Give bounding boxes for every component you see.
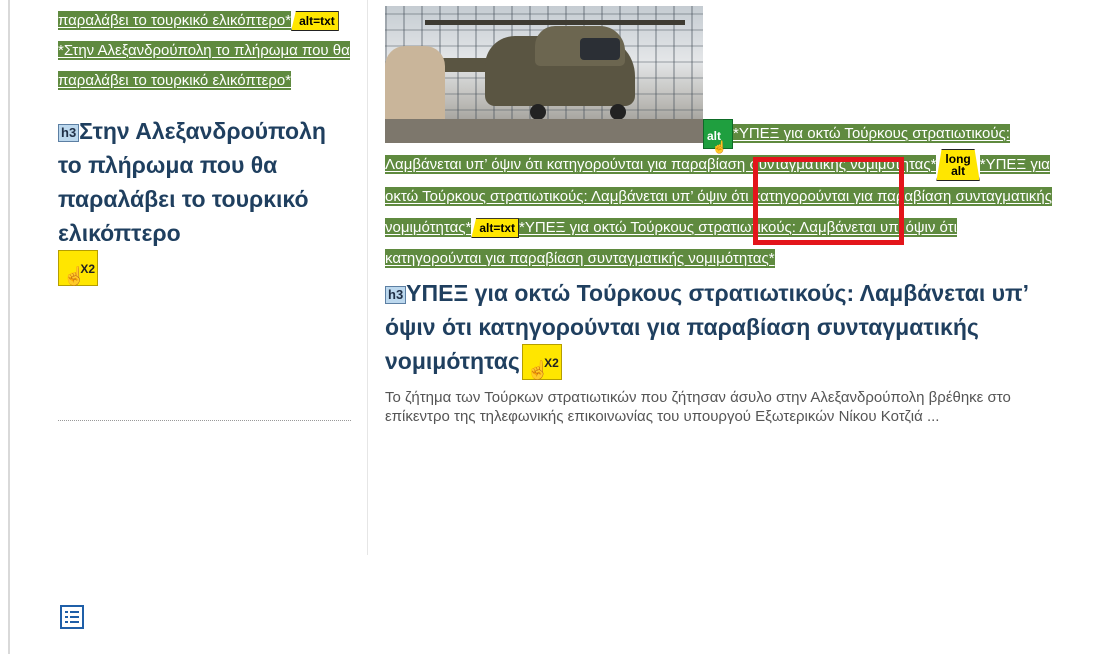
highlighted-alt-text[interactable]: παραλάβει το τουρκικό ελικόπτερο* [58,11,292,30]
x2-badge[interactable]: X2 ☝ [521,344,562,381]
rotor [425,20,685,25]
x2-badge[interactable]: X2 ☝ [58,250,98,286]
alt-txt-badge[interactable]: alt=txt [471,218,519,239]
right-article: alt ☝ *ΥΠΕΞ για οκτώ Τούρκους στρατιωτικού… [385,118,1055,426]
highlighted-alt-text-1[interactable]: *ΥΠΕΞ για οκτώ Τούρκους στρατιωτικούς: Λ… [385,124,1010,174]
list-icon[interactable] [60,605,84,629]
page-left-border [8,0,10,654]
left-article: παραλάβει το τουρκικό ελικόπτερο* alt=txt… [58,6,351,286]
article-summary: Το ζήτημα των Τούρκων στρατιωτικών που ζ… [385,389,1011,426]
column-divider [367,0,368,555]
alt-badge[interactable]: alt ☝ [703,119,733,154]
focus-highlight-box [753,157,904,245]
dotted-separator [58,420,351,421]
h3-badge: h3 [385,285,407,304]
hand-pointer-icon: ☝ [712,140,727,154]
highlighted-alt-text-2[interactable]: *Στην Αλεξανδρούπολη το πλήρωμα που θα π… [58,41,350,90]
right-article-heading[interactable]: h3 ΥΠΕΞ για οκτώ Τούρκους στρατιωτικούς: … [385,276,1055,381]
long-alt-badge[interactable]: long alt [936,149,980,182]
hand-pointer-icon: ☝ [526,360,550,381]
left-heading-text[interactable]: Στην Αλεξανδρούπολη το πλήρωμα που θα πα… [58,118,326,246]
left-highlighted-text: παραλάβει το τουρκικό ελικόπτερο* alt=txt… [58,6,351,96]
alt-txt-badge[interactable]: alt=txt [291,11,339,32]
right-heading-text[interactable]: ΥΠΕΞ για οκτώ Τούρκους στρατιωτικούς: Λα… [385,280,1028,374]
right-highlighted-text: alt ☝ *ΥΠΕΞ για οκτώ Τούρκους στρατιωτικού… [385,118,1055,274]
left-article-heading[interactable]: h3 Στην Αλεξανδρούπολη το πλήρωμα που θα … [58,114,351,286]
cockpit-window [580,38,620,60]
hand-pointer-icon: ☝ [63,266,86,286]
h3-badge: h3 [58,123,80,142]
